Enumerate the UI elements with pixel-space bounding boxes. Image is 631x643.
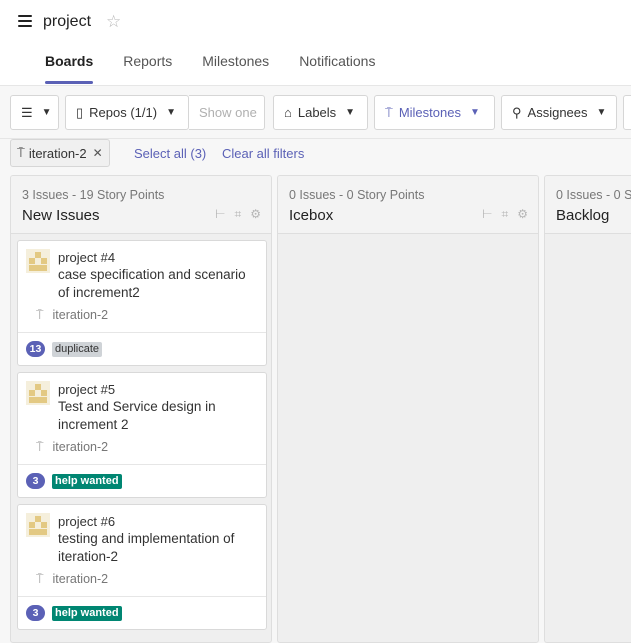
milestone-label: iteration-2	[52, 440, 109, 454]
label-badge[interactable]: help wanted	[52, 474, 122, 489]
tab-milestones[interactable]: Milestones	[187, 52, 284, 84]
milestones-label: Milestones	[398, 105, 461, 120]
chevron-down-icon: ▼	[596, 107, 607, 118]
nav-tabs: Boards Reports Milestones Notifications	[30, 52, 390, 84]
column-header: 3 Issues - 19 Story Points New Issues ⊢ …	[11, 176, 271, 234]
label-badge[interactable]: help wanted	[52, 606, 122, 621]
repos-label: Repos (1/1)	[89, 105, 158, 120]
filter-chip-milestone[interactable]: ⍑ iteration-2 ✕	[10, 139, 110, 167]
repo-icon: ▯	[76, 104, 84, 120]
milestone-icon: ⍑	[36, 572, 44, 586]
column-header: 0 Issues - 0 Story Points Backlog	[545, 176, 631, 234]
issue-reference[interactable]: project #6	[58, 514, 115, 529]
milestone-icon: ⍑	[17, 145, 25, 160]
avatar	[26, 513, 50, 537]
issue-card[interactable]: project #6 testing and implementation of…	[17, 504, 267, 630]
merge-icon[interactable]: ⊢	[482, 207, 492, 222]
more-filters-button[interactable]	[623, 95, 631, 130]
avatar	[26, 381, 50, 405]
column-icebox: 0 Issues - 0 Story Points Icebox ⊢ ⌗ ⚙	[277, 175, 539, 643]
story-points-badge: 13	[26, 341, 45, 357]
board-toolbar: ☰ ▼ ▯ Repos (1/1) ▼ Show one ⌂ Labels ▼ ⍑ Mile…	[0, 86, 631, 139]
issue-milestone: ⍑ iteration-2	[36, 440, 108, 455]
board-columns: 3 Issues - 19 Story Points New Issues ⊢ …	[0, 175, 631, 643]
repos-dropdown[interactable]: ▯ Repos (1/1) ▼	[65, 95, 189, 130]
card-footer: 3 help wanted	[18, 596, 266, 630]
milestone-icon: ⍑	[36, 440, 44, 454]
column-header: 0 Issues - 0 Story Points Icebox ⊢ ⌗ ⚙	[278, 176, 538, 234]
issue-milestone: ⍑ iteration-2	[36, 308, 108, 323]
issue-milestone: ⍑ iteration-2	[36, 572, 108, 587]
story-points-badge: 3	[26, 473, 45, 489]
chevron-down-icon: ▼	[345, 107, 356, 118]
collapse-icon[interactable]: ⌗	[501, 207, 508, 222]
avatar	[26, 249, 50, 273]
column-title[interactable]: New Issues	[22, 207, 100, 224]
merge-icon[interactable]: ⊢	[215, 207, 225, 222]
issue-reference[interactable]: project #4	[58, 250, 115, 265]
milestone-icon: ⍑	[36, 308, 44, 322]
milestone-icon: ⍑	[385, 104, 393, 120]
column-title[interactable]: Icebox	[289, 207, 333, 224]
column-backlog: 0 Issues - 0 Story Points Backlog	[544, 175, 631, 643]
tag-icon: ⌂	[284, 105, 292, 120]
chevron-down-icon: ▼	[41, 107, 52, 118]
labels-dropdown[interactable]: ⌂ Labels ▼	[273, 95, 368, 130]
story-points-badge: 3	[26, 605, 45, 621]
issue-card[interactable]: project #5 Test and Service design in in…	[17, 372, 267, 498]
collapse-icon[interactable]: ⌗	[234, 207, 241, 222]
issue-reference[interactable]: project #5	[58, 382, 115, 397]
milestones-dropdown[interactable]: ⍑ Milestones ▼	[374, 95, 495, 130]
tab-notifications[interactable]: Notifications	[284, 52, 390, 84]
issue-title[interactable]: testing and implementation of iteration-…	[58, 530, 260, 566]
hamburger-menu-icon[interactable]	[18, 15, 32, 29]
app-header: project ☆ Boards Reports Milestones Noti…	[0, 0, 631, 86]
assignees-label: Assignees	[527, 105, 588, 120]
gear-icon[interactable]: ⚙	[250, 207, 261, 222]
column-meta: 0 Issues - 0 Story Points	[556, 188, 631, 202]
chevron-down-icon: ▼	[166, 107, 176, 118]
issue-card[interactable]: project #4 case specification and scenar…	[17, 240, 267, 366]
project-title[interactable]: project	[43, 13, 91, 31]
issue-title[interactable]: case specification and scenario of incre…	[58, 266, 260, 302]
gear-icon[interactable]: ⚙	[517, 207, 528, 222]
tab-reports[interactable]: Reports	[108, 52, 187, 84]
clear-all-filters-link[interactable]: Clear all filters	[222, 146, 304, 161]
column-actions: ⊢ ⌗ ⚙	[206, 207, 261, 222]
star-icon[interactable]: ☆	[106, 12, 121, 32]
filter-chip-label: iteration-2	[28, 145, 87, 161]
labels-label: Labels	[297, 105, 337, 120]
card-footer: 3 help wanted	[18, 464, 266, 498]
person-icon: ⚲	[512, 104, 522, 120]
close-icon[interactable]: ✕	[93, 146, 103, 160]
card-footer: 13 duplicate	[18, 332, 266, 366]
active-filters-bar: ⍑ iteration-2 ✕ Select all (3) Clear all…	[0, 139, 631, 175]
milestone-label: iteration-2	[52, 308, 109, 322]
chevron-down-icon: ▼	[469, 107, 480, 118]
column-title[interactable]: Backlog	[556, 207, 609, 224]
board-settings-dropdown[interactable]: ☰ ▼	[10, 95, 59, 130]
show-one-label: Show one	[199, 105, 257, 120]
issue-title[interactable]: Test and Service design in increment 2	[58, 398, 260, 434]
label-badge[interactable]: duplicate	[52, 342, 103, 357]
show-one-button[interactable]: Show one	[189, 95, 265, 130]
column-new-issues: 3 Issues - 19 Story Points New Issues ⊢ …	[10, 175, 272, 643]
sliders-icon: ☰	[21, 104, 33, 120]
assignees-dropdown[interactable]: ⚲ Assignees ▼	[501, 95, 617, 130]
column-meta: 0 Issues - 0 Story Points	[289, 188, 425, 202]
select-all-link[interactable]: Select all (3)	[134, 146, 206, 161]
column-meta: 3 Issues - 19 Story Points	[22, 188, 165, 202]
milestone-label: iteration-2	[52, 572, 109, 586]
column-actions: ⊢ ⌗ ⚙	[473, 207, 528, 222]
tab-boards[interactable]: Boards	[30, 52, 108, 84]
